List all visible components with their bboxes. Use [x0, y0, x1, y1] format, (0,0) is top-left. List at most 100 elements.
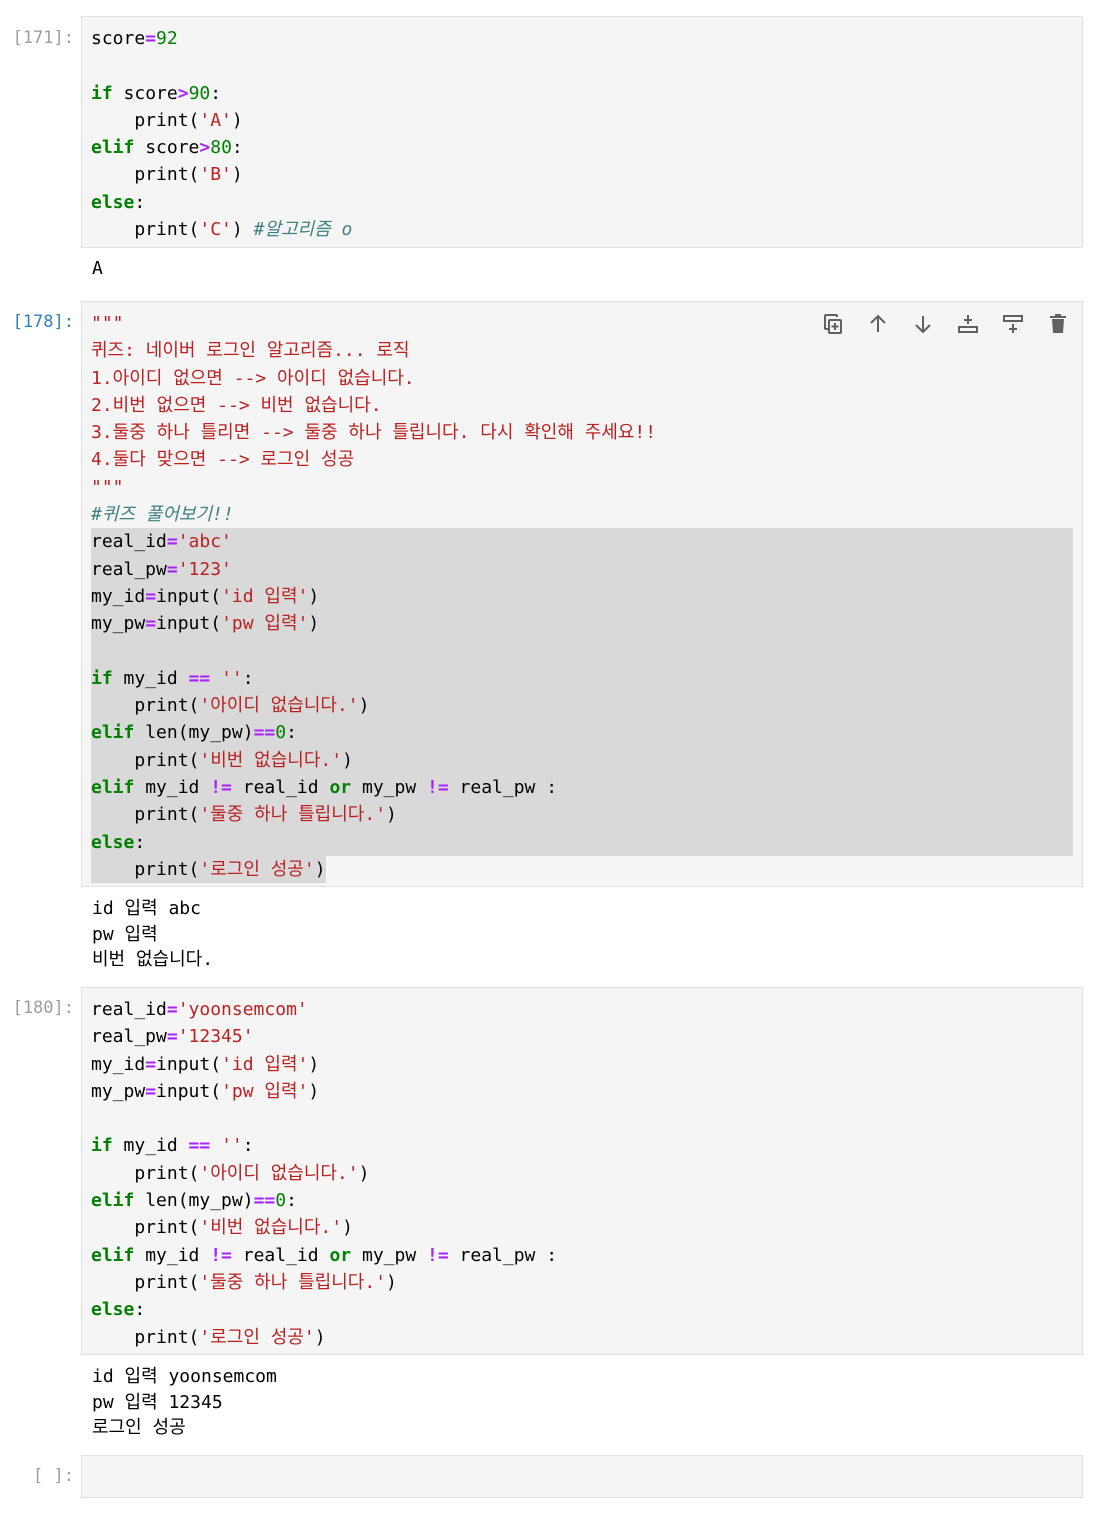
code-token: '아이디 없습니다.': [199, 1162, 359, 1184]
code-token: score: [112, 82, 178, 104]
insert-below-icon[interactable]: [995, 308, 1031, 340]
code-token: 90: [188, 82, 211, 104]
code-token: 1.아이디 없으면 --> 아이디 없습니다.: [91, 367, 415, 389]
code-token: input(: [156, 1080, 222, 1102]
code-token: print(: [91, 1271, 200, 1293]
duplicate-icon[interactable]: [815, 308, 851, 340]
code-line: my_id=input('id 입력'): [91, 582, 1073, 611]
move-up-icon[interactable]: [860, 308, 896, 340]
code-token: ): [231, 164, 243, 186]
code-token: ==: [188, 1135, 211, 1157]
code-token: =: [145, 28, 157, 49]
code-editor[interactable]: """ 퀴즈: 네이버 로그인 알고리즘... 로직 1.아이디 없으면 --> 아…: [82, 302, 1082, 891]
code-token: elif: [91, 722, 135, 744]
code-token: print(: [91, 1326, 200, 1348]
code-line: print('비번 없습니다.'): [91, 746, 1073, 775]
code-token: print(: [91, 749, 200, 771]
code-token: or: [329, 1244, 352, 1266]
code-token: input(: [156, 613, 222, 635]
code-line: elif my_id != real_id or my_pw != real_p…: [91, 1242, 1073, 1269]
code-token: =: [166, 558, 178, 580]
cell-output: A: [92, 258, 103, 279]
code-editor[interactable]: [82, 1456, 1082, 1472]
code-token: elif: [91, 777, 135, 799]
move-down-icon[interactable]: [905, 308, 941, 340]
code-token: else: [91, 1299, 135, 1321]
code-token: '둘중 하나 틀립니다.': [199, 804, 387, 826]
code-line: print('둘중 하나 틀립니다.'): [91, 1269, 1073, 1296]
code-token: print(: [91, 858, 200, 880]
code-token: input(: [156, 585, 222, 607]
code-token: '': [221, 1135, 243, 1157]
code-line: 3.둘중 하나 틀리면 --> 둘중 하나 틀립니다. 다시 확인해 주세요!!: [91, 419, 1073, 446]
code-token: my_id: [134, 777, 211, 799]
code-line: print('로그인 성공'): [91, 855, 326, 884]
code-token: 'B': [199, 164, 232, 186]
code-token: input(: [156, 1053, 222, 1075]
code-token: len(my_pw): [134, 722, 254, 744]
code-token: #알고리즘 o: [253, 219, 353, 241]
code-token: ): [386, 804, 397, 826]
code-token: score: [134, 137, 200, 159]
code-editor[interactable]: real_id='yoonsemcom' real_pw='12345' my_id…: [82, 988, 1082, 1359]
code-token: print(: [91, 219, 200, 241]
code-line: else:: [91, 828, 1073, 856]
code-token: print(: [91, 695, 200, 717]
code-input[interactable]: real_id='yoonsemcom' real_pw='12345' my_id…: [81, 987, 1083, 1355]
code-token: !=: [427, 1244, 449, 1266]
code-line: print('C') #알고리즘 o: [91, 216, 1073, 243]
insert-above-icon[interactable]: [950, 308, 986, 340]
code-token: '로그인 성공': [199, 858, 315, 880]
code-line: 1.아이디 없으면 --> 아이디 없습니다.: [91, 365, 1073, 392]
code-input[interactable]: [81, 1455, 1083, 1498]
cell-prompt: [ ]:: [33, 1466, 74, 1486]
code-line: #퀴즈 풀어보기!!: [91, 501, 1073, 528]
code-token: '123': [177, 558, 232, 580]
cell-toolbar: [815, 308, 1076, 340]
code-token: print(: [91, 164, 200, 186]
code-token: if: [91, 667, 113, 689]
code-token: 'A': [199, 109, 232, 131]
code-token: elif: [91, 1190, 135, 1212]
code-editor[interactable]: score=92 if score>90: print('A') elif sco…: [82, 17, 1082, 251]
code-token: :: [242, 667, 254, 689]
code-token: :: [134, 1299, 146, 1321]
code-line: print('아이디 없습니다.'): [91, 1160, 1073, 1187]
code-token: my_id: [134, 1244, 211, 1266]
code-token: =: [145, 585, 157, 607]
cell-output: id 입력 abc pw 입력 비번 없습니다.: [92, 898, 214, 970]
code-line: real_pw='123': [91, 555, 1073, 583]
code-input[interactable]: """ 퀴즈: 네이버 로그인 알고리즘... 로직 1.아이디 없으면 --> 아…: [81, 301, 1083, 887]
code-line: print('둘중 하나 틀립니다.'): [91, 801, 1073, 829]
code-line: print('A'): [91, 107, 1073, 134]
code-token: real_pw :: [448, 777, 558, 799]
code-token: :: [242, 1135, 254, 1157]
code-token: 'id 입력': [221, 585, 309, 607]
code-token: real_id: [231, 777, 330, 799]
code-token: my_id: [91, 585, 146, 607]
code-token: my_pw: [91, 613, 146, 635]
code-token: ): [342, 1217, 353, 1239]
code-line: elif score>80:: [91, 134, 1073, 161]
cell-output: id 입력 yoonsemcom pw 입력 12345 로그인 성공: [92, 1366, 277, 1438]
cell-prompt: [178]:: [12, 312, 74, 332]
code-line: 4.둘다 맞으면 --> 로그인 성공: [91, 446, 1073, 473]
code-token: =: [166, 999, 178, 1020]
delete-icon[interactable]: [1040, 308, 1076, 340]
code-line: score=92: [91, 25, 1073, 52]
code-line: elif my_id != real_id or my_pw != real_p…: [91, 774, 1073, 802]
code-line: print('로그인 성공'): [91, 1324, 1073, 1351]
code-token: ): [358, 695, 370, 717]
code-token: elif: [91, 137, 135, 159]
code-token: '둘중 하나 틀립니다.': [199, 1271, 387, 1293]
code-token: len(my_pw): [134, 1190, 254, 1212]
code-line: my_pw=input('pw 입력'): [91, 1078, 1073, 1105]
code-token: >: [199, 137, 211, 159]
code-token: '비번 없습니다.': [199, 749, 343, 771]
code-input[interactable]: score=92 if score>90: print('A') elif sco…: [81, 16, 1083, 248]
code-token: my_id: [112, 1135, 189, 1157]
code-token: my_id: [91, 1053, 146, 1075]
code-token: ): [342, 749, 353, 771]
